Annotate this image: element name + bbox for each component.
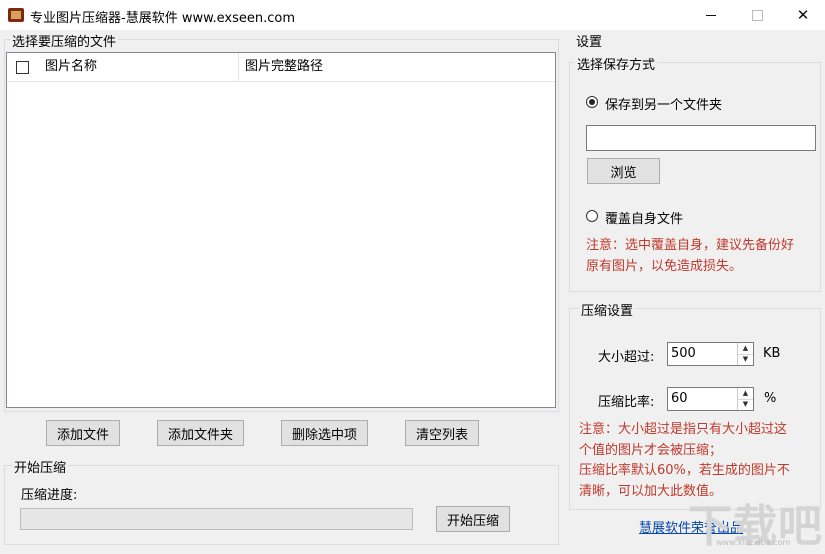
add-folder-button[interactable]: 添加文件夹: [157, 420, 244, 446]
close-icon: ✕: [796, 6, 810, 24]
overwrite-warning-1: 注意：选中覆盖自身，建议先备份好: [586, 238, 795, 253]
size-unit: KB: [763, 346, 781, 361]
compress-note-3: 压缩比率默认60%，若生成的图片不: [579, 463, 790, 478]
compress-group-label: 开始压缩: [12, 457, 69, 476]
add-file-button[interactable]: 添加文件: [46, 420, 120, 446]
column-header-name[interactable]: 图片名称: [39, 53, 239, 81]
overwrite-radio[interactable]: [586, 210, 598, 222]
output-folder-input[interactable]: [586, 125, 816, 151]
minimize-button[interactable]: [688, 0, 734, 30]
compress-note-1: 注意：大小超过是指只有大小超过这: [579, 422, 788, 437]
settings-label: 设置: [574, 31, 605, 50]
watermark-url: www.xiazaiba.com: [716, 538, 791, 547]
delete-selected-button[interactable]: 删除选中项: [281, 420, 368, 446]
ratio-unit: %: [764, 391, 777, 406]
size-threshold-label: 大小超过:: [598, 350, 655, 365]
size-threshold-value[interactable]: 500: [671, 346, 696, 361]
select-all-checkbox[interactable]: [16, 61, 29, 74]
size-threshold-stepper[interactable]: 500 ▲ ▼: [667, 342, 754, 366]
title-bar: 专业图片压缩器-慧展软件 www.exseen.com ✕: [0, 0, 825, 30]
size-spin-buttons: ▲ ▼: [737, 343, 753, 365]
save-to-folder-radio[interactable]: [586, 96, 598, 108]
save-to-folder-label[interactable]: 保存到另一个文件夹: [605, 94, 722, 113]
browse-button[interactable]: 浏览: [587, 158, 660, 184]
file-list[interactable]: 图片名称 图片完整路径: [6, 52, 556, 408]
spin-down-icon[interactable]: ▼: [738, 399, 753, 410]
save-mode-label: 选择保存方式: [575, 54, 658, 73]
spin-down-icon[interactable]: ▼: [738, 354, 753, 365]
compress-progress-bar: [20, 508, 413, 530]
window-title: 专业图片压缩器-慧展软件 www.exseen.com: [30, 11, 296, 26]
app-icon: [8, 8, 24, 22]
clear-list-button[interactable]: 清空列表: [405, 420, 479, 446]
overwrite-label[interactable]: 覆盖自身文件: [605, 208, 683, 227]
compress-note-2: 个值的图片才会被压缩；: [579, 443, 723, 458]
overwrite-warning-2: 原有图片，以免造成损失。: [586, 259, 743, 274]
ratio-stepper[interactable]: 60 ▲ ▼: [667, 387, 754, 411]
start-compress-button[interactable]: 开始压缩: [436, 506, 510, 532]
ratio-value[interactable]: 60: [671, 391, 688, 406]
column-header-path[interactable]: 图片完整路径: [239, 53, 555, 81]
ratio-label: 压缩比率:: [598, 395, 655, 410]
maximize-icon: [751, 9, 763, 21]
minimize-icon: [706, 14, 716, 16]
maximize-button[interactable]: [734, 0, 780, 30]
compress-settings-label: 压缩设置: [579, 300, 636, 319]
compress-group: [4, 465, 559, 545]
ratio-spin-buttons: ▲ ▼: [737, 388, 753, 410]
progress-label: 压缩进度:: [21, 488, 78, 503]
close-button[interactable]: ✕: [780, 0, 825, 30]
file-group-label: 选择要压缩的文件: [10, 31, 119, 50]
file-list-header: 图片名称 图片完整路径: [7, 53, 555, 82]
